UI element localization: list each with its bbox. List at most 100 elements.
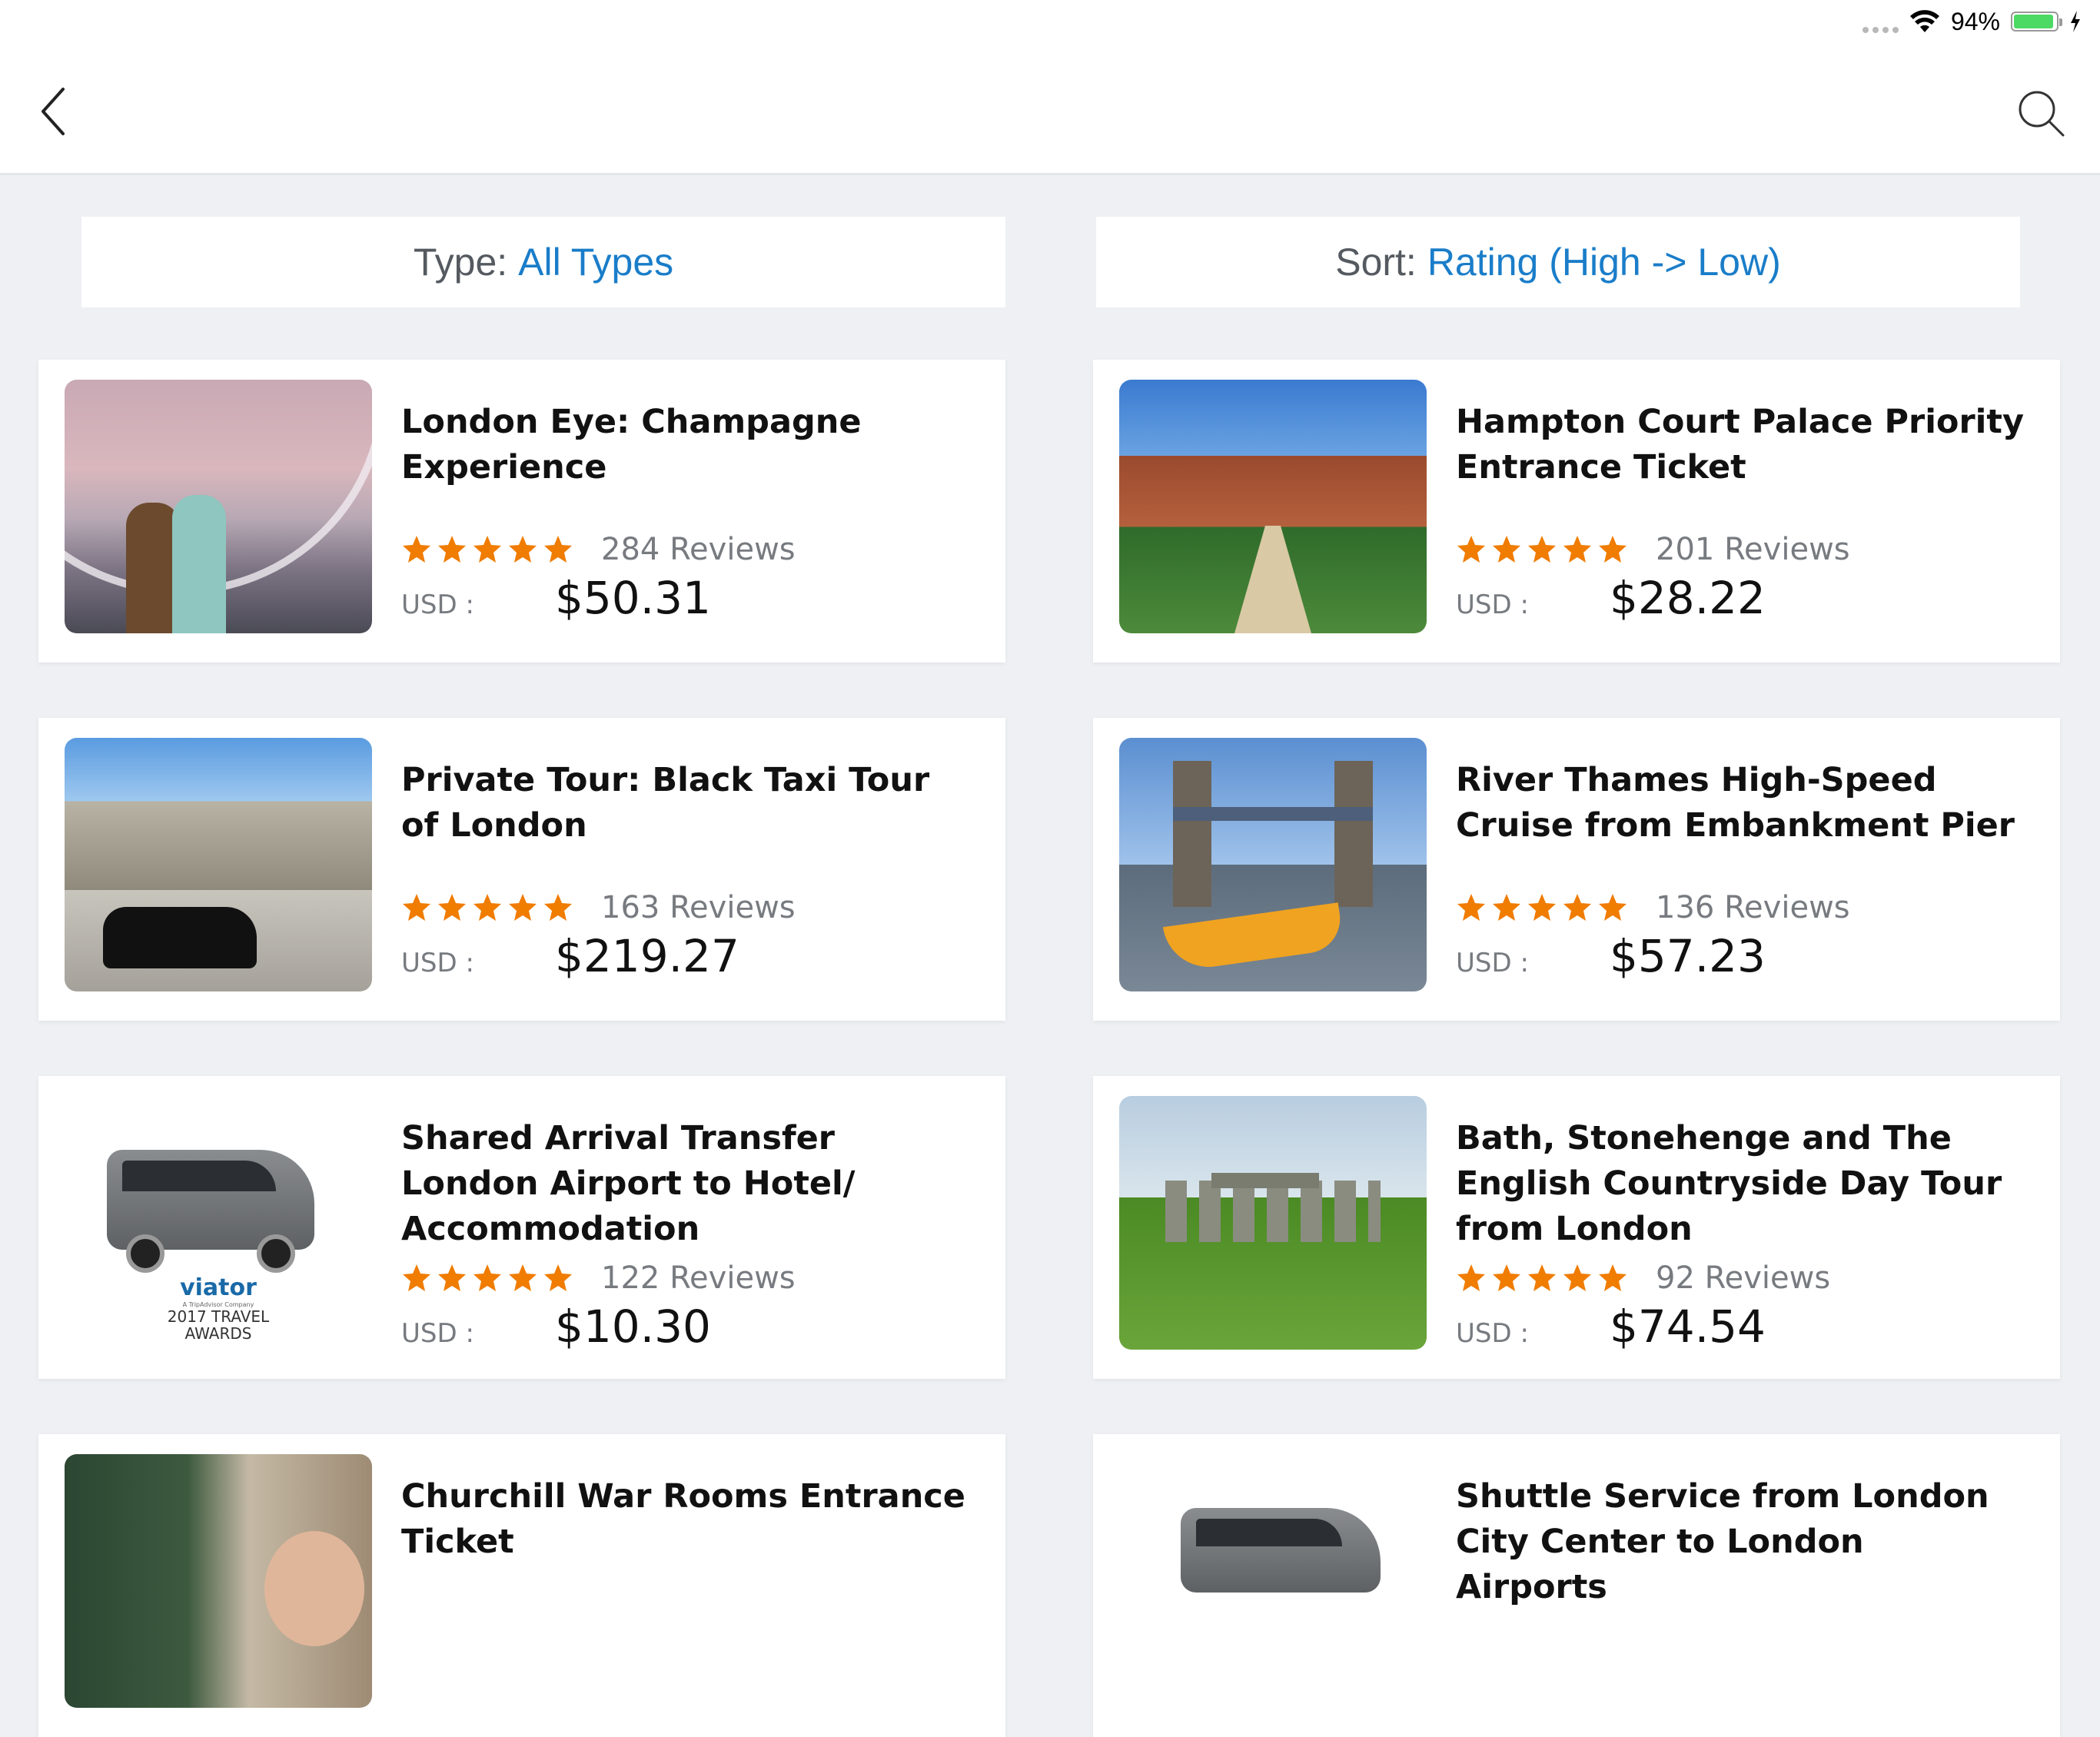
star-icon — [403, 894, 430, 921]
price-row: USD : $57.23 — [1456, 930, 1766, 982]
star-rating — [401, 1263, 573, 1294]
listing-title: Shared Arrival Transfer London Airport t… — [401, 1119, 856, 1248]
price: $28.22 — [1610, 572, 1766, 624]
currency-label: USD : — [1456, 590, 1529, 620]
star-icon — [403, 536, 430, 563]
star-icon — [1457, 1264, 1485, 1291]
listing-card[interactable]: Churchill War Rooms Entrance Ticket — [38, 1434, 1005, 1737]
star-icon — [1528, 1264, 1556, 1291]
star-icon — [509, 536, 537, 563]
battery-icon — [2011, 12, 2062, 32]
star-rating — [1456, 534, 1628, 565]
sort-filter-button[interactable]: Sort: Rating (High -> Low) — [1096, 217, 2020, 307]
star-icon — [509, 894, 537, 921]
award-text-line2: AWARDS — [184, 1324, 252, 1343]
currency-label: USD : — [1456, 948, 1529, 978]
navigation-bar — [0, 43, 2100, 175]
currency-label: USD : — [401, 1318, 474, 1349]
star-icon — [544, 536, 572, 563]
review-count: 284 Reviews — [601, 532, 796, 567]
star-icon — [1493, 536, 1520, 563]
listing-card[interactable]: River Thames High-Speed Cruise from Emba… — [1093, 718, 2060, 1021]
price: $50.31 — [555, 572, 711, 624]
filter-bar: Type: All Types Sort: Rating (High -> Lo… — [0, 184, 2100, 343]
type-filter-value: All Types — [518, 241, 674, 284]
star-rating — [1456, 1263, 1628, 1294]
star-icon — [473, 536, 501, 563]
star-rating — [401, 534, 573, 565]
listing-card[interactable]: Bath, Stonehenge and The English Country… — [1093, 1076, 2060, 1379]
star-icon — [1563, 894, 1591, 921]
star-icon — [473, 1264, 501, 1291]
rating-row: 201 Reviews — [1456, 532, 1850, 567]
star-icon — [438, 1264, 466, 1291]
review-count: 201 Reviews — [1656, 532, 1850, 567]
listing-title: Bath, Stonehenge and The English Country… — [1456, 1119, 2002, 1248]
type-filter-label: Type: — [413, 241, 508, 284]
battery-percent: 94% — [1950, 7, 2000, 35]
star-icon — [1528, 894, 1556, 921]
sort-filter-value: Rating (High -> Low) — [1427, 241, 1781, 284]
star-icon — [1493, 894, 1520, 921]
star-icon — [544, 1264, 572, 1291]
cellular-signal-icon — [1862, 10, 1899, 33]
price-row: USD : $50.31 — [401, 572, 711, 624]
review-count: 163 Reviews — [601, 890, 796, 925]
price-row: USD : $28.22 — [1456, 572, 1766, 624]
tower-bridge-boat-photo — [1119, 738, 1427, 991]
star-icon — [1599, 1264, 1627, 1291]
star-rating — [401, 892, 573, 923]
listing-card[interactable]: viator A TripAdvisor Company 2017 TRAVEL… — [38, 1076, 1005, 1379]
rating-row: 136 Reviews — [1456, 890, 1850, 925]
star-icon — [403, 1264, 430, 1291]
listing-title: Hampton Court Palace Priority Entrance T… — [1456, 403, 2024, 487]
search-icon[interactable] — [2015, 88, 2066, 138]
type-filter-button[interactable]: Type: All Types — [81, 217, 1005, 307]
star-icon — [1493, 1264, 1520, 1291]
listing-title: River Thames High-Speed Cruise from Emba… — [1456, 761, 2015, 845]
currency-label: USD : — [401, 590, 474, 620]
charging-bolt-icon — [2071, 11, 2080, 32]
london-eye-photo — [65, 380, 372, 633]
star-icon — [544, 894, 572, 921]
listing-title: Shuttle Service from London City Center … — [1456, 1477, 1989, 1606]
review-count: 122 Reviews — [601, 1260, 796, 1296]
listing-title: Churchill War Rooms Entrance Ticket — [401, 1477, 965, 1561]
star-icon — [438, 894, 466, 921]
price-row: USD : $219.27 — [401, 930, 739, 982]
star-rating — [1456, 892, 1628, 923]
sort-filter-label: Sort: — [1335, 241, 1417, 284]
black-taxi-photo — [65, 738, 372, 991]
listing-card[interactable]: Hampton Court Palace Priority Entrance T… — [1093, 360, 2060, 663]
price: $10.30 — [555, 1300, 711, 1353]
shuttle-van-photo — [1119, 1454, 1427, 1708]
currency-label: USD : — [1456, 1318, 1529, 1349]
status-indicators: 94% — [1862, 6, 2082, 37]
chevron-left-icon[interactable] — [34, 85, 72, 138]
review-count: 92 Reviews — [1656, 1260, 1831, 1296]
star-icon — [1528, 536, 1556, 563]
star-icon — [1563, 536, 1591, 563]
star-icon — [1457, 536, 1485, 563]
battery-level — [2014, 15, 2053, 28]
price: $57.23 — [1610, 930, 1766, 982]
star-icon — [1599, 536, 1627, 563]
listing-card[interactable]: London Eye: Champagne Experience 284 Rev… — [38, 360, 1005, 663]
listing-card[interactable]: Shuttle Service from London City Center … — [1093, 1434, 2060, 1737]
price-row: USD : $10.30 — [401, 1300, 711, 1353]
award-text-line1: 2017 TRAVEL — [167, 1307, 270, 1326]
listing-grid: London Eye: Champagne Experience 284 Rev… — [0, 358, 2100, 1737]
rating-row: 163 Reviews — [401, 890, 796, 925]
listing-title: London Eye: Champagne Experience — [401, 403, 862, 487]
listing-card[interactable]: Private Tour: Black Taxi Tour of London … — [38, 718, 1005, 1021]
star-icon — [1457, 894, 1485, 921]
stonehenge-photo — [1119, 1096, 1427, 1350]
price: $219.27 — [555, 930, 739, 982]
price: $74.54 — [1610, 1300, 1766, 1353]
war-rooms-photo — [65, 1454, 372, 1708]
rating-row: 122 Reviews — [401, 1260, 796, 1296]
hampton-court-photo — [1119, 380, 1427, 633]
star-icon — [1563, 1264, 1591, 1291]
price-row: USD : $74.54 — [1456, 1300, 1766, 1353]
currency-label: USD : — [401, 948, 474, 978]
